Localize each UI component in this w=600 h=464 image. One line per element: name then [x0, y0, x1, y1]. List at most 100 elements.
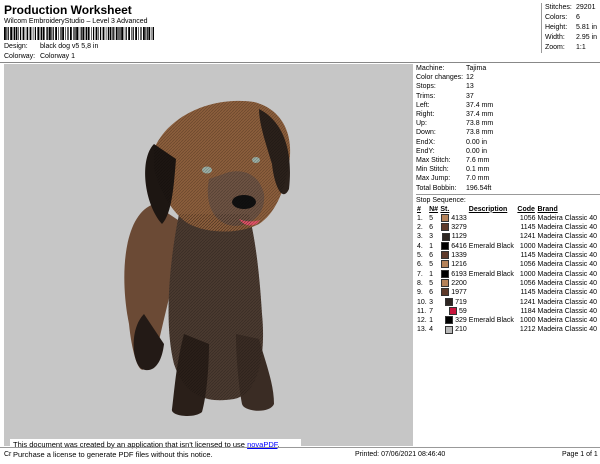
- stat-label: Stitches:: [545, 4, 572, 11]
- stitch-count: 6193: [451, 270, 467, 278]
- col-st: St.: [440, 205, 450, 213]
- stitch-count: 1216: [451, 261, 467, 269]
- stat-label: Width:: [545, 34, 565, 41]
- design-stats: Stitches: 29201 Colors: 6 Height: 5.81 in Widt…: [541, 3, 600, 53]
- info-value: 37.4 mm: [466, 111, 494, 119]
- color-swatch: [445, 297, 454, 306]
- barcode-bar: [60, 27, 62, 40]
- barcode-bar: [37, 27, 40, 40]
- col-brand: Brand: [537, 205, 558, 213]
- stop-num: 3.: [417, 233, 423, 241]
- barcode-bar: [22, 27, 25, 40]
- stitch-count: 6416: [451, 242, 467, 250]
- machine-info-row: Min Stitch: 0.1 mm: [416, 165, 600, 174]
- stitch-count-cell: 3279: [439, 223, 467, 232]
- thread-description: Emerald Black: [468, 317, 514, 325]
- thread-description: [468, 307, 517, 316]
- table-row: 6. 5 1216 1056 Madeira Classic 40: [416, 260, 600, 269]
- stitch-count-cell: 6193: [439, 269, 467, 279]
- table-row: 7. 1 6193 Emerald Black 1000 Madeira Classic…: [416, 269, 600, 279]
- thread-brand: Madeira Classic 40: [537, 242, 598, 250]
- info-label: Color changes:: [416, 74, 464, 82]
- barcode-bar: [32, 27, 34, 40]
- barcode-bar: [51, 27, 52, 40]
- needle-num: 4: [429, 326, 433, 334]
- info-value: 7.6 mm: [466, 157, 490, 165]
- thread-description: Emerald Black: [468, 270, 514, 278]
- info-value: 73.8 mm: [466, 129, 494, 137]
- thread-code: 1145: [520, 252, 536, 260]
- thread-brand: Madeira Classic 40: [537, 317, 598, 325]
- needle-num: 1: [429, 317, 433, 325]
- design-value: black dog v5 5,8 in: [40, 43, 99, 50]
- barcode-bar: [25, 27, 27, 40]
- barcode-bar: [100, 27, 102, 40]
- footer-divider: [0, 447, 600, 448]
- stitch-count: 1977: [451, 289, 467, 297]
- stat-value: 29201: [576, 4, 596, 11]
- barcode-bar: [87, 27, 90, 40]
- thread-brand: Madeira Classic 40: [537, 326, 598, 334]
- stitch-count-cell: 719: [439, 297, 467, 307]
- machine-info-row: Down: 73.8 mm: [416, 128, 600, 137]
- thread-brand: Madeira Classic 40: [537, 289, 598, 297]
- barcode-bar: [41, 27, 43, 40]
- barcode-bar: [113, 27, 115, 40]
- barcode-bar: [47, 27, 49, 40]
- info-value: 37: [466, 92, 474, 100]
- color-swatch: [441, 223, 450, 232]
- page-number: Page 1 of 1: [562, 451, 598, 458]
- needle-num: 3: [429, 298, 433, 306]
- thread-code: 1145: [520, 224, 536, 232]
- stop-sequence-title: Stop Sequence:: [416, 196, 466, 204]
- stop-num: 13.: [417, 326, 427, 334]
- barcode-bar: [20, 27, 22, 40]
- stitch-count: 1129: [451, 233, 467, 241]
- barcode-bar: [84, 27, 86, 40]
- thread-brand: Madeira Classic 40: [537, 224, 598, 232]
- info-value: 196.54ft: [466, 184, 492, 192]
- needle-num: 6: [429, 224, 433, 232]
- needle-num: 1: [429, 242, 433, 250]
- notice-line-1: This document was created by an applicat…: [13, 440, 280, 449]
- barcode-bar: [102, 27, 105, 40]
- thread-code: 1000: [519, 270, 536, 278]
- needle-num: 5: [429, 261, 433, 269]
- info-label: Right:: [416, 111, 435, 119]
- design-label: Design:: [4, 43, 28, 50]
- stat-label: Colors:: [545, 14, 568, 21]
- thread-description: [468, 232, 517, 241]
- thread-description: [468, 298, 517, 307]
- barcode-bar: [67, 27, 69, 40]
- license-notice: This document was created by an applicat…: [10, 439, 301, 461]
- barcode-bar: [146, 27, 148, 40]
- barcode-bar: [135, 27, 137, 40]
- stop-sequence-table: # N# St. Description Code Brand 1. 5 4133…: [416, 205, 600, 335]
- info-label: EndY:: [416, 147, 435, 155]
- thread-description: [468, 288, 517, 297]
- stitch-count: 4133: [451, 214, 467, 222]
- stat-row: Stitches: 29201: [545, 3, 600, 13]
- thread-description: [468, 279, 517, 288]
- machine-info-list: Machine: Tajima Color changes: 12 Stops: 13 Tr…: [416, 64, 600, 193]
- stitch-count: 2200: [451, 279, 467, 287]
- thread-brand: Madeira Classic 40: [537, 252, 598, 260]
- color-swatch: [445, 325, 454, 334]
- barcode-bar: [138, 27, 139, 40]
- barcode-bar: [46, 27, 47, 40]
- footer-left-text: Cr: [4, 451, 12, 458]
- thread-code: 1056: [519, 261, 536, 269]
- color-swatch: [441, 269, 450, 278]
- barcode-bar: [12, 27, 14, 40]
- barcode-bar: [15, 27, 18, 40]
- panel-divider: [416, 193, 600, 195]
- info-value: 37.4 mm: [466, 101, 494, 109]
- barcode-bar: [52, 27, 54, 40]
- stat-row: Width: 2.95 in: [545, 33, 600, 43]
- barcode-bar: [42, 27, 45, 40]
- barcode-bar: [65, 27, 66, 40]
- colorway-label: Colorway:: [4, 53, 36, 60]
- table-row: 11. 7 59 1184 Madeira Classic 40: [416, 306, 600, 316]
- barcode-bar: [10, 27, 12, 40]
- info-value: 73.8 mm: [466, 120, 494, 128]
